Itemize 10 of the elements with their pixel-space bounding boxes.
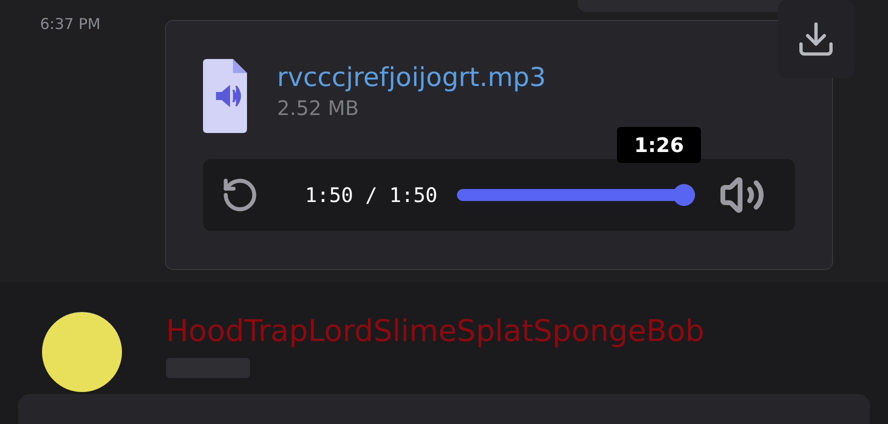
- audio-file-icon: [203, 59, 247, 133]
- playback-time: 1:50 / 1:50: [305, 182, 438, 209]
- message-time: 6:37 PM: [40, 15, 100, 33]
- replay-icon: [221, 176, 259, 214]
- seek-thumb[interactable]: [673, 184, 696, 206]
- file-name-link[interactable]: rvcccjrefjoijogrt.mp3: [277, 61, 546, 95]
- author-name: HoodTrapLordSlimeSplatSpongeBob: [166, 313, 704, 351]
- replay-button[interactable]: [221, 176, 259, 214]
- file-size: 2.52 MB: [277, 95, 360, 121]
- seek-tooltip: 1:26: [617, 127, 701, 163]
